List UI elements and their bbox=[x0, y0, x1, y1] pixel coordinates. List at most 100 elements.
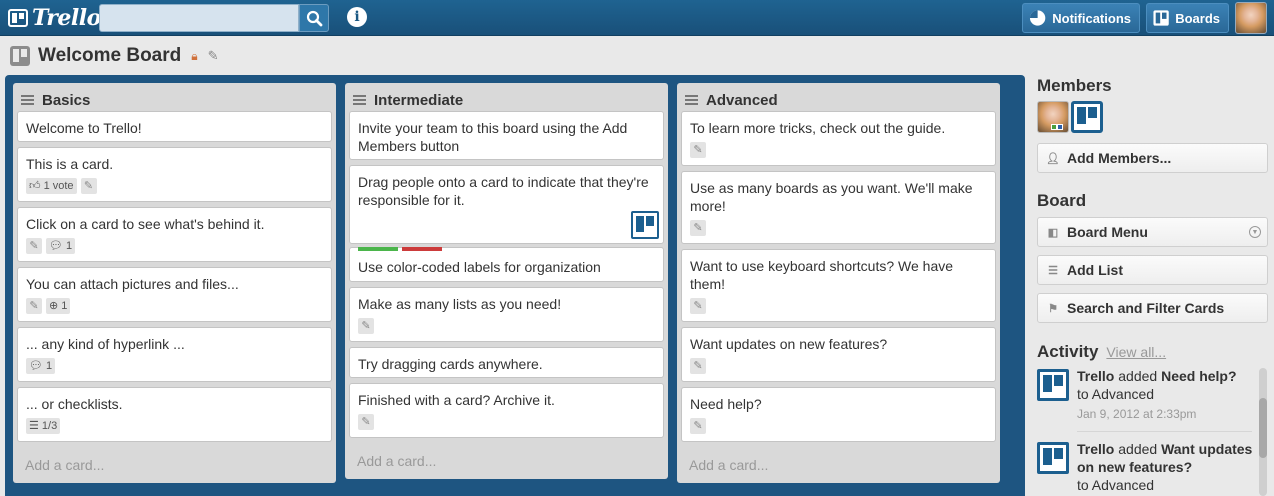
list-menu-icon[interactable] bbox=[685, 95, 698, 105]
add-list-button[interactable]: ☰ Add List bbox=[1037, 255, 1268, 285]
search-filter-button[interactable]: ⚑ Search and Filter Cards bbox=[1037, 293, 1268, 323]
filter-icon: ⚑ bbox=[1048, 302, 1058, 315]
sidebar-scrollbar[interactable] bbox=[1259, 368, 1267, 496]
board-title[interactable]: Welcome Board bbox=[38, 45, 181, 67]
card[interactable]: Use as many boards as you want. We'll ma… bbox=[681, 171, 996, 244]
activity-item-link[interactable]: Need help? bbox=[1161, 368, 1236, 384]
card[interactable]: Need help? ✎ bbox=[681, 387, 996, 442]
add-card-link[interactable]: Add a card... bbox=[689, 457, 768, 473]
activity-text: Trello added Need help? to Advanced Jan … bbox=[1077, 367, 1257, 423]
edit-icon[interactable]: ✎ bbox=[80, 178, 97, 194]
card-text: Invite your team to this board using the… bbox=[358, 120, 628, 154]
edit-icon[interactable]: ✎ bbox=[26, 238, 42, 254]
card[interactable]: Drag people onto a card to indicate that… bbox=[349, 165, 664, 244]
label-red bbox=[402, 247, 442, 251]
activity-text: Trello added Want updates on new feature… bbox=[1077, 440, 1257, 494]
list-menu-icon[interactable] bbox=[353, 95, 366, 105]
list-menu-icon[interactable] bbox=[21, 95, 34, 105]
label-green bbox=[358, 247, 398, 251]
board-icon: ◧ bbox=[1047, 226, 1059, 239]
add-card-link[interactable]: Add a card... bbox=[357, 453, 436, 469]
member-avatar-trello[interactable] bbox=[1071, 101, 1103, 133]
vote-badge: 👍︎ 1 vote bbox=[26, 178, 77, 194]
boards-button[interactable]: Boards bbox=[1146, 3, 1229, 33]
card[interactable]: Make as many lists as you need! ✎ bbox=[349, 287, 664, 342]
trello-member-icon[interactable] bbox=[1037, 369, 1069, 401]
edit-icon[interactable]: ✎ bbox=[26, 298, 42, 314]
activity-actor[interactable]: Trello bbox=[1077, 368, 1114, 384]
notifications-icon bbox=[1029, 10, 1046, 26]
edit-icon[interactable]: ✎ bbox=[690, 142, 706, 158]
card-text: You can attach pictures and files... bbox=[26, 276, 239, 292]
card[interactable]: Invite your team to this board using the… bbox=[349, 111, 664, 160]
list-advanced: Advanced To learn more tricks, check out… bbox=[677, 83, 1000, 483]
lock-icon[interactable]: 🔒︎ bbox=[191, 49, 197, 64]
card-text: Click on a card to see what's behind it. bbox=[26, 216, 265, 232]
activity-verb: added bbox=[1118, 368, 1158, 384]
card[interactable]: Try dragging cards anywhere. bbox=[349, 347, 664, 378]
card[interactable]: Want to use keyboard shortcuts? We have … bbox=[681, 249, 996, 322]
list-title: Basics bbox=[42, 91, 91, 109]
board-menu-button[interactable]: ◧ Board Menu ▼ bbox=[1037, 217, 1268, 247]
notifications-button[interactable]: Notifications bbox=[1022, 3, 1140, 33]
list-header[interactable]: Advanced bbox=[681, 87, 996, 113]
card[interactable]: Welcome to Trello! bbox=[17, 111, 332, 142]
edit-icon[interactable]: ✎ bbox=[690, 220, 706, 236]
add-members-button[interactable]: 👤︎ Add Members... bbox=[1037, 143, 1268, 173]
list-header[interactable]: Basics bbox=[17, 87, 332, 113]
chevron-down-icon: ▼ bbox=[1249, 226, 1261, 238]
top-header: Trello i Notifications Boards bbox=[0, 0, 1274, 36]
edit-icon[interactable]: ✎ bbox=[690, 298, 706, 314]
list-title: Advanced bbox=[706, 91, 778, 109]
board-heading: Board bbox=[1037, 191, 1087, 210]
search-icon bbox=[306, 10, 323, 27]
edit-icon[interactable]: ✎ bbox=[358, 318, 374, 334]
card[interactable]: ... any kind of hyperlink ... 💬︎ 1 bbox=[17, 327, 332, 382]
card-text: ... or checklists. bbox=[26, 396, 123, 412]
edit-title-icon[interactable]: ✎ bbox=[208, 48, 219, 64]
card[interactable]: Finished with a card? Archive it. ✎ bbox=[349, 383, 664, 438]
list-header[interactable]: Intermediate bbox=[349, 87, 664, 113]
view-all-link[interactable]: View all... bbox=[1106, 344, 1166, 360]
checklist-badge: ☰ 1/3 bbox=[26, 418, 61, 434]
board-menu-label: Board Menu bbox=[1067, 224, 1148, 240]
card[interactable]: Want updates on new features? ✎ bbox=[681, 327, 996, 382]
attachment-icon: ⊕ bbox=[49, 300, 62, 312]
member-status-icon bbox=[1057, 124, 1063, 130]
add-card-link[interactable]: Add a card... bbox=[25, 457, 104, 473]
activity-divider bbox=[1077, 431, 1252, 432]
activity-date: Jan 9, 2012 at 2:33pm bbox=[1077, 407, 1197, 421]
trello-logo[interactable]: Trello bbox=[8, 5, 101, 31]
trello-member-icon[interactable] bbox=[1037, 442, 1069, 474]
card[interactable]: You can attach pictures and files... ✎ ⊕… bbox=[17, 267, 332, 322]
activity-heading: Activity bbox=[1037, 342, 1099, 361]
card[interactable]: Use color-coded labels for organization bbox=[349, 247, 664, 282]
card[interactable]: To learn more tricks, check out the guid… bbox=[681, 111, 996, 166]
edit-icon[interactable]: ✎ bbox=[358, 414, 374, 430]
card[interactable]: This is a card. 👍︎ 1 vote ✎ bbox=[17, 147, 332, 202]
card-text: This is a card. bbox=[26, 156, 114, 172]
card-member-avatar[interactable] bbox=[631, 211, 659, 239]
info-icon[interactable]: i bbox=[347, 7, 367, 27]
card[interactable]: Click on a card to see what's behind it.… bbox=[17, 207, 332, 262]
edit-icon[interactable]: ✎ bbox=[690, 358, 706, 374]
search-filter-label: Search and Filter Cards bbox=[1067, 300, 1225, 316]
add-list-label: Add List bbox=[1067, 262, 1123, 278]
list-basics: Basics Welcome to Trello! This is a card… bbox=[13, 83, 336, 483]
card-text: Want updates on new features? bbox=[690, 336, 888, 352]
activity-actor[interactable]: Trello bbox=[1077, 441, 1114, 457]
trello-logo-icon bbox=[8, 9, 28, 27]
search-input[interactable] bbox=[99, 4, 299, 32]
list-icon: ☰ bbox=[1048, 264, 1058, 277]
edit-icon[interactable]: ✎ bbox=[690, 418, 706, 434]
card-text: Finished with a card? Archive it. bbox=[358, 392, 555, 408]
card[interactable]: ... or checklists. ☰ 1/3 bbox=[17, 387, 332, 442]
person-icon: 👤︎ bbox=[1046, 152, 1060, 165]
boards-icon bbox=[1153, 10, 1169, 26]
search-button[interactable] bbox=[299, 4, 329, 32]
scrollbar-thumb[interactable] bbox=[1259, 398, 1267, 458]
user-avatar[interactable] bbox=[1235, 2, 1267, 34]
card-text: Try dragging cards anywhere. bbox=[358, 356, 543, 372]
activity-item: Trello added Want updates on new feature… bbox=[1037, 440, 1252, 496]
members-heading: Members bbox=[1037, 76, 1112, 95]
